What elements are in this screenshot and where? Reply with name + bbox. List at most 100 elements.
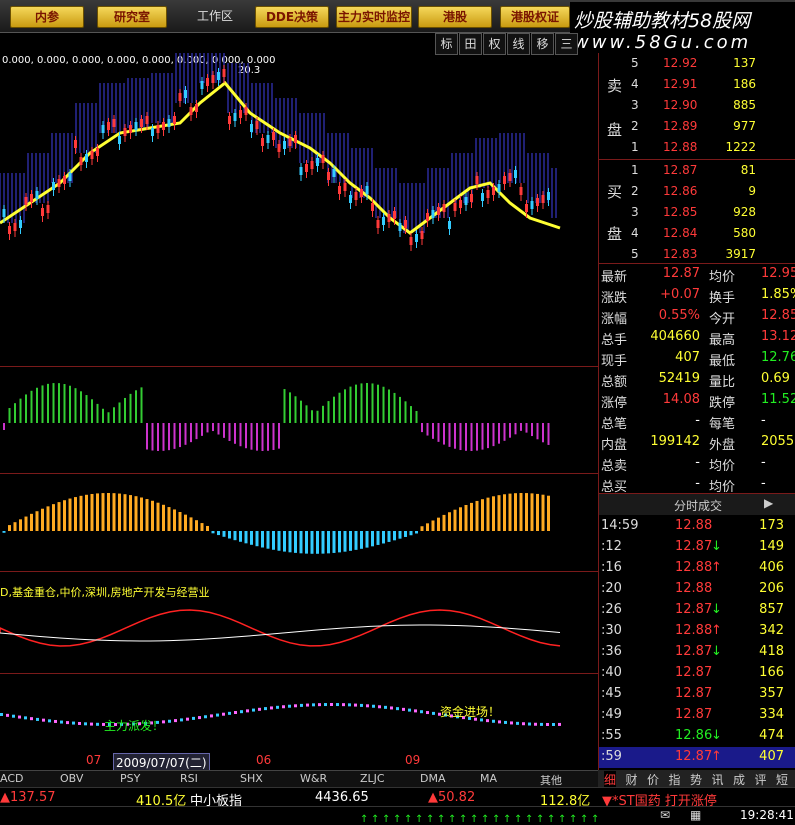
candle-body xyxy=(96,148,99,156)
neican-button[interactable]: 内参 xyxy=(10,6,84,28)
stat-label: 均价 xyxy=(709,270,736,285)
stat-value: 13.12 xyxy=(761,329,795,344)
candle-body xyxy=(118,136,121,144)
stat-value: - xyxy=(761,455,766,470)
trades-header-bar: 分时成交 ▶ xyxy=(599,493,795,515)
candle-body xyxy=(244,107,248,115)
candle-body xyxy=(475,176,479,184)
candle-body xyxy=(376,220,380,228)
indicator-tab[interactable]: SHX xyxy=(240,772,263,785)
candle-body xyxy=(470,194,473,202)
hk-stock-button[interactable]: 港股 xyxy=(418,6,492,28)
flow-dot xyxy=(354,703,357,707)
ask-row[interactable]: 3 12.90 885 xyxy=(599,95,795,116)
ask-volume: 885 xyxy=(733,98,756,112)
candle-body xyxy=(57,179,61,187)
candle-body xyxy=(195,104,198,112)
flow-dot xyxy=(276,705,279,709)
candle-body xyxy=(30,194,33,202)
candle-body xyxy=(24,197,28,205)
stat-label: 内盘 xyxy=(601,438,628,453)
rights-button[interactable]: 权 xyxy=(483,33,506,55)
candle-body xyxy=(101,125,105,133)
chart-icon[interactable]: ▦ xyxy=(690,808,701,822)
stat-value: - xyxy=(695,476,700,491)
bid-row[interactable]: 2 12.86 9 xyxy=(599,181,795,202)
stat-value: 12.95 xyxy=(761,266,795,281)
mail-icon[interactable]: ✉ xyxy=(660,808,670,822)
chart-area[interactable]: 0.000, 0.000, 0.000, 0.000, 0.000, 0.000… xyxy=(0,53,598,772)
ask-volume: 137 xyxy=(733,56,756,70)
hk-warrant-button[interactable]: 港股权证 xyxy=(500,6,570,28)
grid-button[interactable]: 田 xyxy=(459,33,482,55)
bid-row[interactable]: 1 12.87 81 xyxy=(599,160,795,181)
research-button[interactable]: 研究室 xyxy=(97,6,167,28)
indicator-tab[interactable]: DMA xyxy=(420,772,446,785)
candle-body xyxy=(19,220,22,228)
bid-row[interactable]: 4 12.84 580 xyxy=(599,223,795,244)
trade-volume: 334 xyxy=(759,707,784,722)
line-button[interactable]: 线 xyxy=(507,33,530,55)
annotation-inflow: 资金进场！ xyxy=(440,705,501,719)
detail-tab[interactable]: 势 xyxy=(690,771,702,788)
ask-row[interactable]: 2 12.89 977 xyxy=(599,116,795,137)
candle-body xyxy=(497,184,501,192)
ask-row[interactable]: 4 12.91 186 xyxy=(599,74,795,95)
flow-dot xyxy=(300,703,303,707)
ask-row[interactable]: 1 12.88 1222 xyxy=(599,137,795,158)
index-value: 4436.65 xyxy=(315,790,369,805)
indicator-tab[interactable]: OBV xyxy=(60,772,83,785)
trade-row: :45 12.87 357 xyxy=(599,684,795,705)
indicator-tab[interactable]: ZLJC xyxy=(360,772,385,785)
indicator-tab[interactable]: RSI xyxy=(180,772,198,785)
stat-label: 跌停 xyxy=(709,396,736,411)
candle-body xyxy=(2,209,6,217)
dde-button[interactable]: DDE决策 xyxy=(255,6,329,28)
three-button[interactable]: 三 xyxy=(555,33,578,55)
indicator-tab[interactable]: PSY xyxy=(120,772,140,785)
detail-tab[interactable]: 短 xyxy=(776,771,788,788)
flow-dot xyxy=(378,705,381,709)
detail-tab[interactable]: 指 xyxy=(669,771,681,788)
candle-body xyxy=(519,187,523,195)
candle-body xyxy=(189,107,193,115)
detail-tab[interactable]: 价 xyxy=(647,771,659,788)
flow-dot xyxy=(90,722,93,726)
flow-dot xyxy=(60,720,63,724)
candle-body xyxy=(404,220,407,228)
pane4-label: D,基金重仓,中价,深圳,房地产开发与经营业 xyxy=(0,586,210,599)
bid-row[interactable]: 3 12.85 928 xyxy=(599,202,795,223)
candle-body xyxy=(74,140,77,148)
workspace-button[interactable]: 工作区 xyxy=(185,6,245,26)
candle-body xyxy=(321,155,325,163)
detail-tab[interactable]: 细 xyxy=(604,771,617,788)
play-icon[interactable]: ▶ xyxy=(764,496,773,510)
indicator-tab[interactable]: W&R xyxy=(300,772,327,785)
mark-button[interactable]: 标 xyxy=(435,33,458,55)
ask-row[interactable]: 5 12.92 137 xyxy=(599,53,795,74)
flow-dot xyxy=(12,714,15,718)
trade-arrow: ↓ xyxy=(711,602,722,617)
flow-dot xyxy=(306,703,309,707)
detail-tab[interactable]: 财 xyxy=(626,771,638,788)
flow-dot xyxy=(384,705,387,709)
indicator-tab[interactable]: 其他 xyxy=(540,772,562,788)
trade-volume: 357 xyxy=(759,686,784,701)
ask-price: 12.92 xyxy=(663,56,698,70)
detail-tab[interactable]: 讯 xyxy=(712,771,724,788)
bid-row[interactable]: 5 12.83 3917 xyxy=(599,244,795,265)
main-monitor-button[interactable]: 主力实时监控 xyxy=(336,6,412,28)
trade-time: :55 xyxy=(601,728,622,743)
stat-label: 今开 xyxy=(709,312,736,327)
detail-tab[interactable]: 评 xyxy=(755,771,767,788)
detail-tab[interactable]: 成 xyxy=(733,771,745,788)
indicator-tab[interactable]: MA xyxy=(480,772,497,785)
trade-volume: 342 xyxy=(759,623,784,638)
move-button[interactable]: 移 xyxy=(531,33,554,55)
stat-label: 均价 xyxy=(709,459,736,474)
flow-dot xyxy=(360,703,363,707)
date-mark: 07 xyxy=(86,753,102,767)
candle-body xyxy=(129,125,132,133)
indicator-tab[interactable]: ACD xyxy=(0,772,23,785)
candle-body xyxy=(288,138,292,146)
